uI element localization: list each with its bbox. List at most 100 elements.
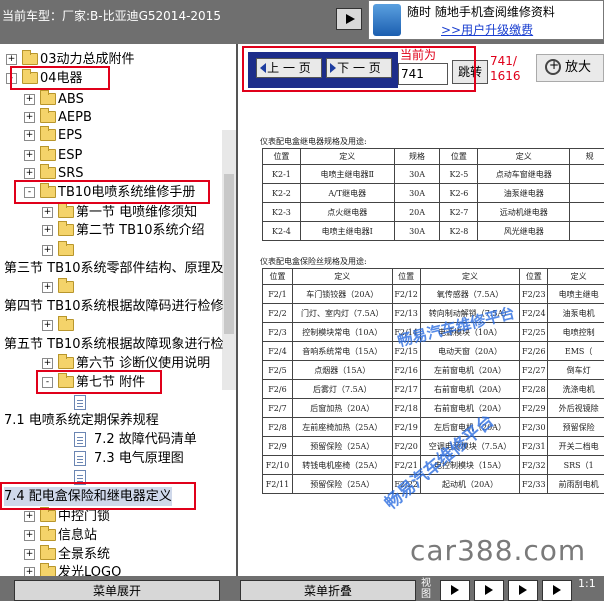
expand-node-icon[interactable]: + [24,150,35,161]
column-header: 规 [569,148,604,165]
table-cell: 点动车窗继电器 [477,164,571,184]
page-count-total: 1616 [490,69,521,83]
tree-item-label: ABS [58,92,84,107]
highlight-box [242,46,476,92]
table-cell: A/T继电器 [299,183,395,203]
table-cell: 点火继电器 [299,202,395,222]
view-double-button[interactable] [474,580,504,601]
expand-node-icon[interactable]: + [24,112,35,123]
table-row: K2-4 电喷主继电器Ⅰ 30A K2-8 风光继电器 [262,221,604,241]
table-cell: 30A [393,183,441,203]
table-cell: F2/32 [519,455,549,475]
table-cell: F2/29 [519,398,549,418]
highlight-box [10,66,110,90]
table-cell: 远动机继电器 [477,202,571,222]
tree-item[interactable]: + ABS [0,90,236,109]
table-cell: K2-5 [439,164,479,184]
table-cell: K2-8 [439,221,479,241]
tree-item-label: 第三节 TB10系统零部件结构、原理及 [4,261,224,276]
table-cell [569,202,604,222]
view-single-button[interactable] [440,580,470,601]
expand-node-icon[interactable]: + [42,358,53,369]
tree-item[interactable]: + ESP [0,146,236,165]
table-cell: K2-1 [262,164,301,184]
expand-node-icon[interactable]: + [24,94,35,105]
expand-node-icon[interactable]: + [42,320,53,331]
tree-item-label: EPS [58,128,83,143]
tree-item-label: 7.3 电气原理图 [94,451,184,466]
tree-item[interactable]: + [0,278,236,297]
table-cell: F2/27 [519,360,549,380]
table-cell: F2/12 [391,284,421,304]
tree-item[interactable]: + [0,316,236,335]
play-arrow-button[interactable] [336,8,362,30]
table-row: F2/7 后窗加热（20A） F2/18 右前窗电机（20A） F2/29 外后视镜除 [262,398,604,418]
tree-item[interactable]: 7.3 电气原理图 [0,449,236,468]
table-cell: K2-3 [262,202,301,222]
table-cell: F2/31 [519,436,549,456]
table-cell: 洗涤电机 [547,379,604,399]
expand-node-icon[interactable]: + [42,207,53,218]
folder-icon [22,50,38,65]
tree-item[interactable]: + 第一节 电喷维修须知 [0,203,236,222]
table-cell: F2/25 [519,322,549,342]
expand-node-icon[interactable]: + [42,245,53,256]
expand-node-icon[interactable]: + [24,168,35,179]
table-cell: 音响系统常电（15A） [291,341,393,361]
table-cell: F2/11 [262,474,293,494]
tree-item[interactable]: 7.2 故障代码清单 [0,430,236,449]
table-cell: 右前窗电机（20A） [419,398,521,418]
expand-node-icon[interactable]: + [24,130,35,141]
expand-node-icon[interactable]: + [42,225,53,236]
folder-icon [40,545,56,560]
tree-item[interactable]: + AEPB [0,108,236,127]
table-cell: 氧传感器（7.5A） [419,284,521,304]
table-cell: 油泵电机 [547,303,604,323]
table-row: F2/8 左前座椅加热（25A） F2/19 左后窗电机（20A） F2/30 预留保险 [262,417,604,437]
car-model-label: 当前车型：厂家:B-比亚迪G52014-2015 [2,9,221,23]
expand-node-icon[interactable]: + [24,530,35,541]
tree-item[interactable]: + 全景系统 [0,545,236,564]
document-icon [74,395,86,410]
highlight-box [0,482,196,510]
table-cell: F2/9 [262,436,293,456]
document-icon [74,451,86,466]
view-continuous-button[interactable] [508,580,538,601]
tree-item[interactable]: 7.1 电喷系统定期保养规程 [0,411,236,430]
expand-node-icon[interactable]: + [24,549,35,560]
table-header-row: 位置 定义 规格 位置 定义规 [262,148,604,165]
table-cell: K2-4 [262,221,301,241]
tree-item[interactable]: 第五节 TB10系统根据故障现象进行检 [0,335,236,354]
upgrade-link[interactable]: >>用户升级缴费 [441,21,533,38]
column-header: 定义 [291,268,393,285]
column-header: 定义 [477,148,571,165]
tree-item-label: 全景系统 [58,547,111,562]
column-header: 定义 [547,268,604,285]
tree-item[interactable]: + 信息站 [0,526,236,545]
table-cell: 转钱电机座椅（25A） [291,455,393,475]
expand-menu-button[interactable]: 菜单展开 [14,580,220,601]
tree-item[interactable]: + [0,241,236,260]
tree-item[interactable]: 第三节 TB10系统零部件结构、原理及 [0,259,236,278]
table-cell [569,164,604,184]
table-row: K2-2 A/T继电器 30A K2-6 油泵继电器 [262,183,604,203]
tree-item[interactable] [0,393,236,412]
collapse-menu-button[interactable]: 菜单折叠 [240,580,416,601]
promo-banner[interactable]: 随时 随地手机查阅维修资料 >>用户升级缴费 [368,0,604,40]
tree-item[interactable]: + EPS [0,126,236,145]
expand-node-icon[interactable]: + [42,282,53,293]
folder-icon [40,526,56,541]
table-cell: F2/26 [519,341,549,361]
zoom-in-icon [545,58,561,75]
brand-watermark: car388.com [410,534,587,567]
table-row: K2-1 电喷主继电器Ⅱ 30A K2-5 点动车窗继电器 [262,164,604,184]
expand-node-icon[interactable]: + [6,54,17,65]
table-cell: F2/7 [262,398,293,418]
view-fit-button[interactable] [542,580,572,601]
expand-node-icon[interactable]: + [24,511,35,522]
tree-item[interactable]: + 第二节 TB10系统介绍 [0,221,236,240]
tree-item[interactable]: 第四节 TB10系统根据故障码进行检修 [0,297,236,316]
folder-icon [58,203,74,218]
table-cell: F2/16 [391,360,421,380]
folder-icon [40,164,56,179]
